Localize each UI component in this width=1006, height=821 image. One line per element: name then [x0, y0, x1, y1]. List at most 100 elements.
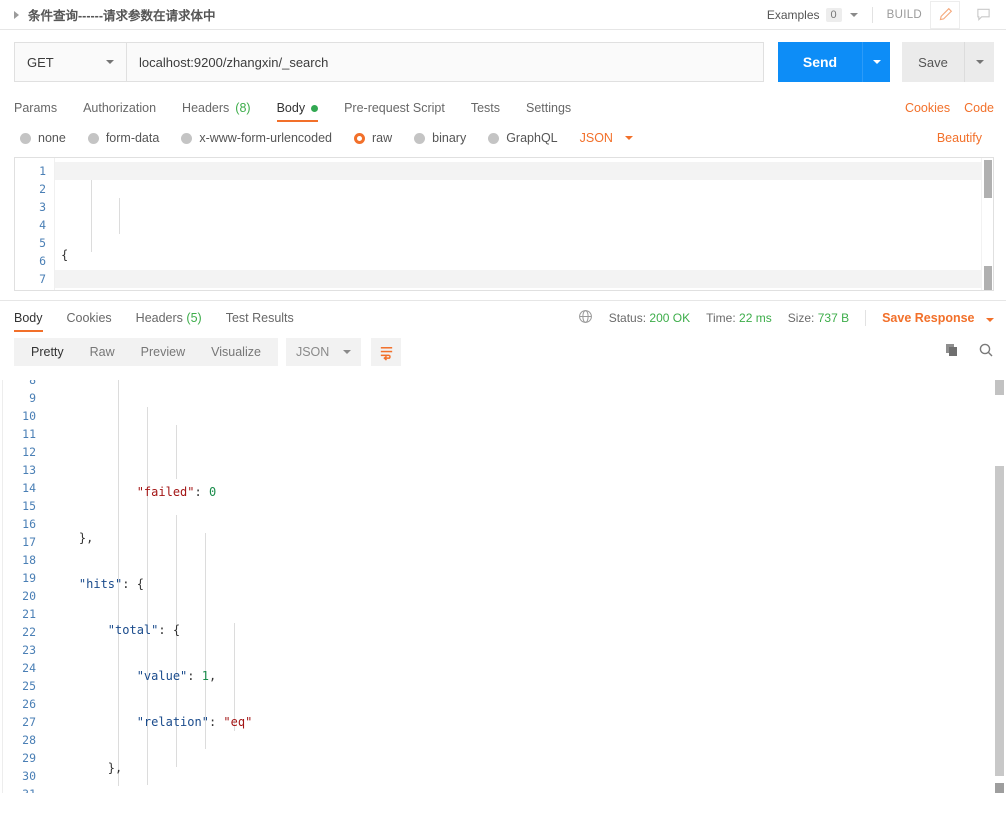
response-format-select[interactable]: JSON [285, 338, 362, 366]
code-link[interactable]: Code [964, 101, 994, 115]
tab-tests[interactable]: Tests [471, 101, 500, 122]
line-number: 18 [22, 553, 36, 567]
response-view-preview[interactable]: Preview [128, 338, 198, 366]
line-number: 31 [0, 785, 46, 793]
response-headers-count: (5) [186, 311, 202, 325]
save-button[interactable]: Save [902, 42, 964, 82]
line-number: 13 [22, 463, 36, 477]
response-view-group: Pretty Raw Preview Visualize [14, 338, 278, 366]
request-editor-scrollbar[interactable] [981, 158, 993, 290]
body-type-none[interactable]: none [20, 131, 66, 145]
divider [871, 6, 873, 23]
examples-chevron-down-icon[interactable] [849, 12, 858, 17]
body-type-raw[interactable]: raw [354, 131, 392, 145]
radio-icon [414, 132, 426, 144]
tab-label: Tests [470, 101, 500, 115]
tab-body[interactable]: Body [276, 101, 319, 122]
save-options-button[interactable] [964, 42, 994, 82]
tab-authorization[interactable]: Authorization [83, 101, 156, 122]
save-response-button[interactable]: Save Response [882, 311, 994, 325]
line-number: 29 [22, 751, 36, 765]
line-number: 10 [22, 409, 36, 423]
examples-count-badge: 0 [825, 7, 842, 22]
time-label: Time: [706, 310, 736, 325]
pencil-icon[interactable] [930, 0, 960, 29]
status-label: Status: [608, 310, 647, 325]
response-view-pretty[interactable]: Pretty [18, 338, 77, 366]
response-tab-body[interactable]: Body [14, 303, 43, 332]
request-editor-code[interactable]: { "query" : { "match" : { "category" : "… [55, 158, 993, 290]
line-number: 21 [22, 607, 36, 621]
response-clip-mask [0, 371, 1006, 380]
size-value: 737 B [817, 310, 850, 325]
time-value: 22 ms [739, 310, 772, 325]
line-number: 11 [22, 427, 36, 441]
line-number: 17 [22, 535, 36, 549]
search-icon[interactable] [978, 342, 994, 363]
line-number: 7 [39, 272, 46, 286]
tab-params[interactable]: Params [14, 101, 57, 122]
body-type-form-data[interactable]: form-data [87, 131, 159, 145]
response-format-value: JSON [295, 345, 330, 359]
cookies-link[interactable]: Cookies [905, 101, 950, 115]
line-number: 24 [22, 661, 36, 675]
divider [865, 309, 867, 326]
response-format-chevron-down-icon [343, 350, 352, 354]
response-body-viewer[interactable]: 8 9 10 11 12 13 14 15 16 17 18 19 20 21 22 23 24 25 26 27 28… [0, 370, 1006, 793]
examples-label: Examples [766, 7, 820, 22]
response-view-visualize[interactable]: Visualize [198, 338, 274, 366]
line-number: 3 [39, 200, 46, 214]
response-tab-cookies[interactable]: Cookies [67, 303, 112, 332]
comment-icon[interactable] [968, 1, 998, 29]
body-type-label: GraphQL [506, 131, 558, 145]
globe-icon [578, 309, 593, 327]
line-number: 28 [22, 733, 36, 747]
beautify-link[interactable]: Beautify [937, 131, 982, 145]
tab-label: Settings [526, 101, 572, 115]
body-type-label: none [38, 131, 66, 145]
request-url-input[interactable]: localhost:9200/zhangxin/_search [126, 42, 764, 82]
body-type-graphql[interactable]: GraphQL [488, 131, 558, 145]
request-tab-strip: Params Authorization Headers (8) Body Pr… [0, 92, 1006, 122]
line-number: 27 [22, 715, 36, 729]
response-tab-headers[interactable]: Headers (5) [136, 303, 202, 332]
size-label: Size: [787, 310, 815, 325]
scrollbar-thumb-lower[interactable] [984, 266, 992, 290]
tab-settings[interactable]: Settings [526, 101, 571, 122]
send-options-button[interactable] [862, 42, 890, 82]
request-body-editor[interactable]: 1 2 3 4 5 6 7 { "query" : { "match" : { "categ… [14, 157, 994, 291]
send-button[interactable]: Send [778, 42, 862, 82]
tab-label: Params [14, 101, 58, 115]
tab-label: Pre-request Script [344, 101, 445, 115]
line-number: 5 [39, 236, 46, 250]
tab-label: Body [276, 101, 306, 115]
line-number: 9 [29, 391, 36, 405]
word-wrap-icon[interactable] [371, 338, 402, 366]
http-method-select[interactable]: GET [14, 42, 126, 82]
radio-icon [488, 132, 500, 144]
line-number: 23 [22, 643, 36, 657]
tab-headers[interactable]: Headers (8) [182, 101, 251, 122]
line-number: 6 [39, 254, 46, 268]
copy-icon[interactable] [944, 342, 960, 363]
method-chevron-down-icon[interactable] [106, 60, 114, 64]
body-format-select[interactable]: JSON [580, 131, 633, 145]
line-number: 4 [39, 218, 46, 232]
response-view-raw[interactable]: Raw [77, 338, 128, 366]
tab-pre-request-script[interactable]: Pre-request Script [344, 101, 445, 122]
body-type-x-www-form-urlencoded[interactable]: x-www-form-urlencoded [181, 131, 332, 145]
response-meta: Status: 200 OK Time: 22 ms Size: 737 B S… [578, 309, 994, 327]
radio-selected-icon [354, 132, 365, 144]
tab-label: Headers [135, 311, 183, 325]
body-type-label: x-www-form-urlencoded [199, 131, 332, 145]
line-number: 26 [22, 697, 36, 711]
scrollbar-thumb-bottom[interactable] [995, 783, 1004, 793]
scrollbar-thumb[interactable] [984, 160, 992, 198]
response-tab-test-results[interactable]: Test Results [226, 303, 294, 332]
body-type-binary[interactable]: binary [414, 131, 466, 145]
expand-triangle-icon[interactable] [14, 10, 19, 19]
build-label[interactable]: BUILD [887, 9, 922, 21]
response-gutter: 8 9 10 11 12 13 14 15 16 17 18 19 20 21 22 23 24 25 26 27 28… [0, 371, 46, 793]
response-code[interactable]: "failed": 0 }, "hits": { "total": { "val… [46, 371, 1006, 793]
radio-icon [20, 132, 31, 144]
